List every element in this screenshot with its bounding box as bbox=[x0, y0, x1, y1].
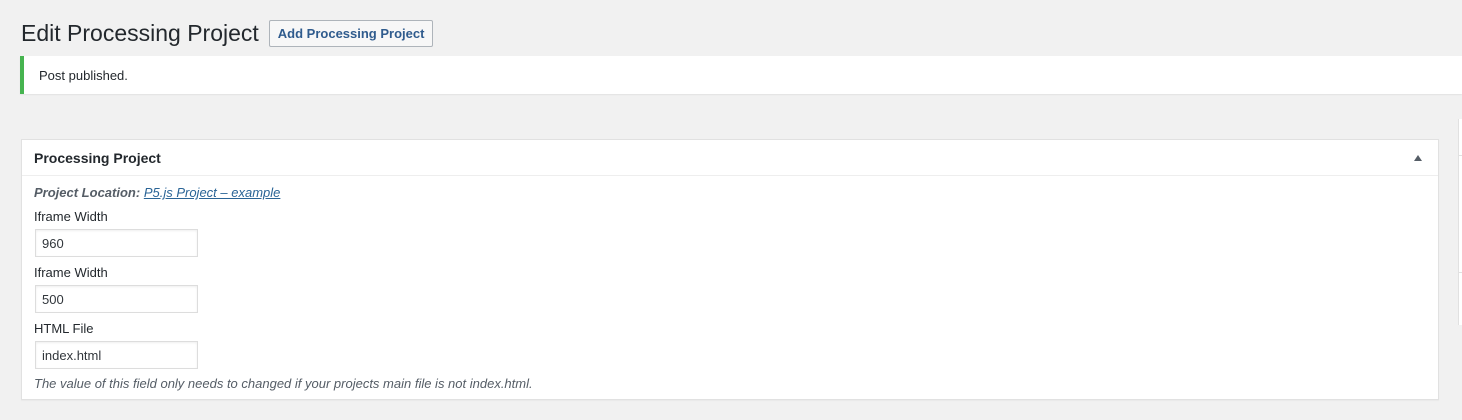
iframe-height-input[interactable] bbox=[35, 285, 198, 313]
metabox-title: Processing Project bbox=[34, 149, 161, 166]
iframe-width-label: Iframe Width bbox=[34, 209, 108, 224]
metabox-body: Project Location: P5.js Project – exampl… bbox=[22, 176, 1438, 391]
sidebar-panel-edge bbox=[1458, 119, 1462, 325]
iframe-width-input[interactable] bbox=[35, 229, 198, 257]
triangle-up-icon-shape bbox=[1414, 154, 1422, 161]
project-location: Project Location: P5.js Project – exampl… bbox=[34, 184, 1426, 201]
html-file-input[interactable] bbox=[35, 341, 198, 369]
project-location-link[interactable]: P5.js Project – example bbox=[144, 185, 281, 200]
html-file-label: HTML File bbox=[34, 321, 94, 336]
sidebar-panel-divider bbox=[1458, 272, 1462, 273]
page-title: Edit Processing Project bbox=[21, 20, 259, 46]
page-header: Edit Processing Project Add Processing P… bbox=[21, 19, 434, 48]
html-file-description: The value of this field only needs to ch… bbox=[34, 376, 533, 391]
triangle-up-icon[interactable] bbox=[1410, 150, 1426, 166]
processing-project-metabox: Processing Project Project Location: P5.… bbox=[21, 139, 1439, 400]
edit-screen: Edit Processing Project Add Processing P… bbox=[0, 0, 1462, 420]
metabox-header[interactable]: Processing Project bbox=[22, 140, 1438, 176]
notice-text: Post published. bbox=[39, 67, 128, 83]
success-notice: Post published. bbox=[20, 56, 1462, 94]
add-processing-project-button[interactable]: Add Processing Project bbox=[268, 20, 434, 47]
project-location-label: Project Location: bbox=[34, 185, 141, 200]
iframe-height-label: Iframe Width bbox=[34, 265, 108, 280]
sidebar-panel-divider bbox=[1458, 155, 1462, 156]
